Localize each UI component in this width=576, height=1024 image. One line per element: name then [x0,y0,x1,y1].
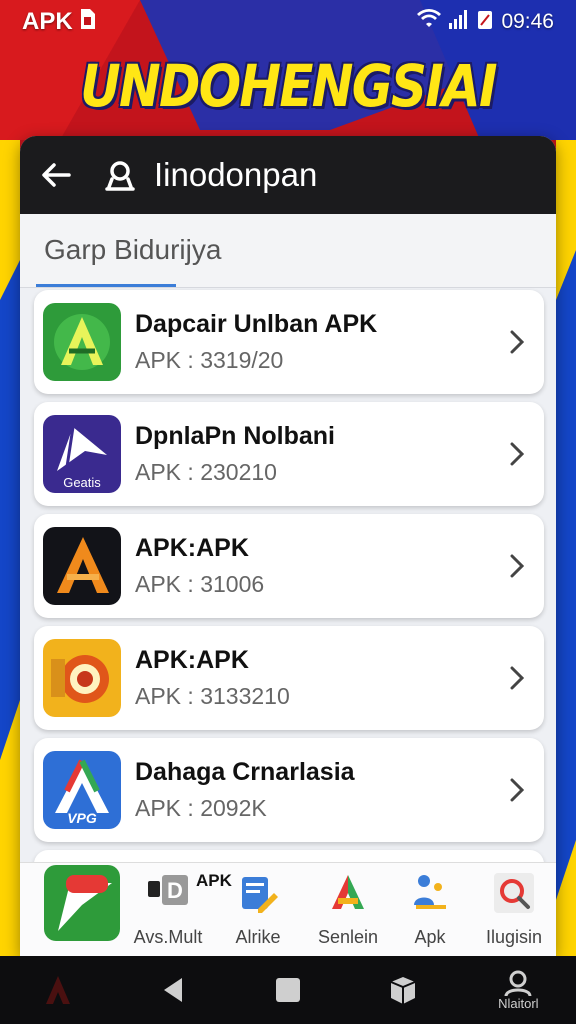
search-query-text[interactable]: Iinodonpan [154,156,317,194]
back-triangle-icon[interactable] [143,965,203,1015]
d-letter-icon: D [146,871,190,915]
dock-item-label: Senlein [317,927,379,947]
app-version: APK : 31006 [135,571,265,597]
app-info: APK:APK APK : 3133210 [135,646,502,710]
status-right: 09:46 [417,9,554,35]
app-title: Dahaga Crnarlasia [135,758,355,786]
system-nav-bar: Nlaitorl [0,956,576,1024]
green-a-app-icon [43,303,121,381]
svg-text:VPG: VPG [67,810,97,826]
app-list-item[interactable]: APK:APK APK : 31006 [34,514,544,618]
profile-label: Nlaitorl [498,995,539,1011]
multicolor-a-icon [326,871,370,915]
back-arrow-icon[interactable] [38,157,74,193]
people-icon [408,871,452,915]
battery-icon [477,9,493,35]
app-title: APK:APK [135,646,249,674]
signal-icon [449,9,469,35]
status-app-label: APK [22,8,73,35]
profile-button[interactable]: Nlaitorl [488,965,548,1015]
chevron-right-icon [502,551,532,581]
dock-item[interactable]: Apk [390,871,470,948]
gear-search-icon [492,871,536,915]
chevron-right-icon [502,775,532,805]
clock-text: 09:46 [501,10,554,33]
dock-item-label: Apk [414,927,446,947]
app-list-item[interactable]: APK:APK APK : 3133210 [34,626,544,730]
purple-arrow-app-icon: Geatis [43,415,121,493]
chevron-right-icon [502,327,532,357]
app-title: APK:APK [135,534,249,562]
app-logo-icon[interactable] [28,965,88,1015]
dock-item-label: Ilugisin [485,927,543,947]
app-info: Dapcair Unlban APK APK : 3319/20 [135,310,502,374]
bottom-dock: APK D Avs.Mult Alrike Senlein Apk Ilugis… [20,862,556,956]
app-list-item[interactable]: Geatis DpnlaPn Nolbani APK : 230210 [34,402,544,506]
svg-text:Geatis: Geatis [63,475,101,490]
app-version: APK : 3319/20 [135,347,284,373]
app-panel: Iinodonpan Garp Bidurijya Dapcair Unlban… [20,136,556,956]
top-app-bar: Iinodonpan [20,136,556,214]
status-bar: APK 09:46 [0,0,576,44]
dock-item-label: Alrike [235,927,281,947]
app-info: Dahaga Crnarlasia APK : 2092K [135,758,502,822]
dock-item[interactable]: Ilugisin [474,871,554,948]
dock-item-label: Avs.Mult [133,927,203,947]
tab-indicator [36,284,176,287]
tab-category[interactable]: Garp Bidurijya [44,234,221,266]
dock-item[interactable]: Senlein [308,871,388,948]
blue-a-app-icon: VPG [43,751,121,829]
app-title: Dapcair Unlban APK [135,310,378,338]
app-version: APK : 3133210 [135,683,290,709]
wifi-icon [417,9,442,35]
person-icon [504,970,532,996]
banner-title: UNDOHENGSIAI [80,52,497,120]
svg-text:D: D [167,878,183,903]
home-square-icon[interactable] [258,965,318,1015]
tab-bar: Garp Bidurijya [20,214,556,288]
gold-film-app-icon [43,639,121,717]
dock-item[interactable]: D Avs.Mult [128,871,208,948]
app-list-item[interactable]: VPG Dahaga Crnarlasia APK : 2092K [34,738,544,842]
sim-card-icon [79,8,95,36]
app-info: DpnlaPn Nolbani APK : 230210 [135,422,502,486]
dark-orange-a-app-icon [43,527,121,605]
document-pencil-icon [236,871,280,915]
chevron-right-icon [502,439,532,469]
app-version: APK : 230210 [135,459,277,485]
search-icon[interactable] [100,157,140,193]
box-icon[interactable] [373,965,433,1015]
app-info: APK:APK APK : 31006 [135,534,502,598]
status-left: APK [22,8,95,36]
app-title: DpnlaPn Nolbani [135,422,335,450]
featured-app-icon[interactable] [44,865,120,941]
app-list-item[interactable]: Dapcair Unlban APK APK : 3319/20 [34,290,544,394]
dock-item[interactable]: Alrike [218,871,298,948]
app-version: APK : 2092K [135,795,267,821]
chevron-right-icon [502,663,532,693]
